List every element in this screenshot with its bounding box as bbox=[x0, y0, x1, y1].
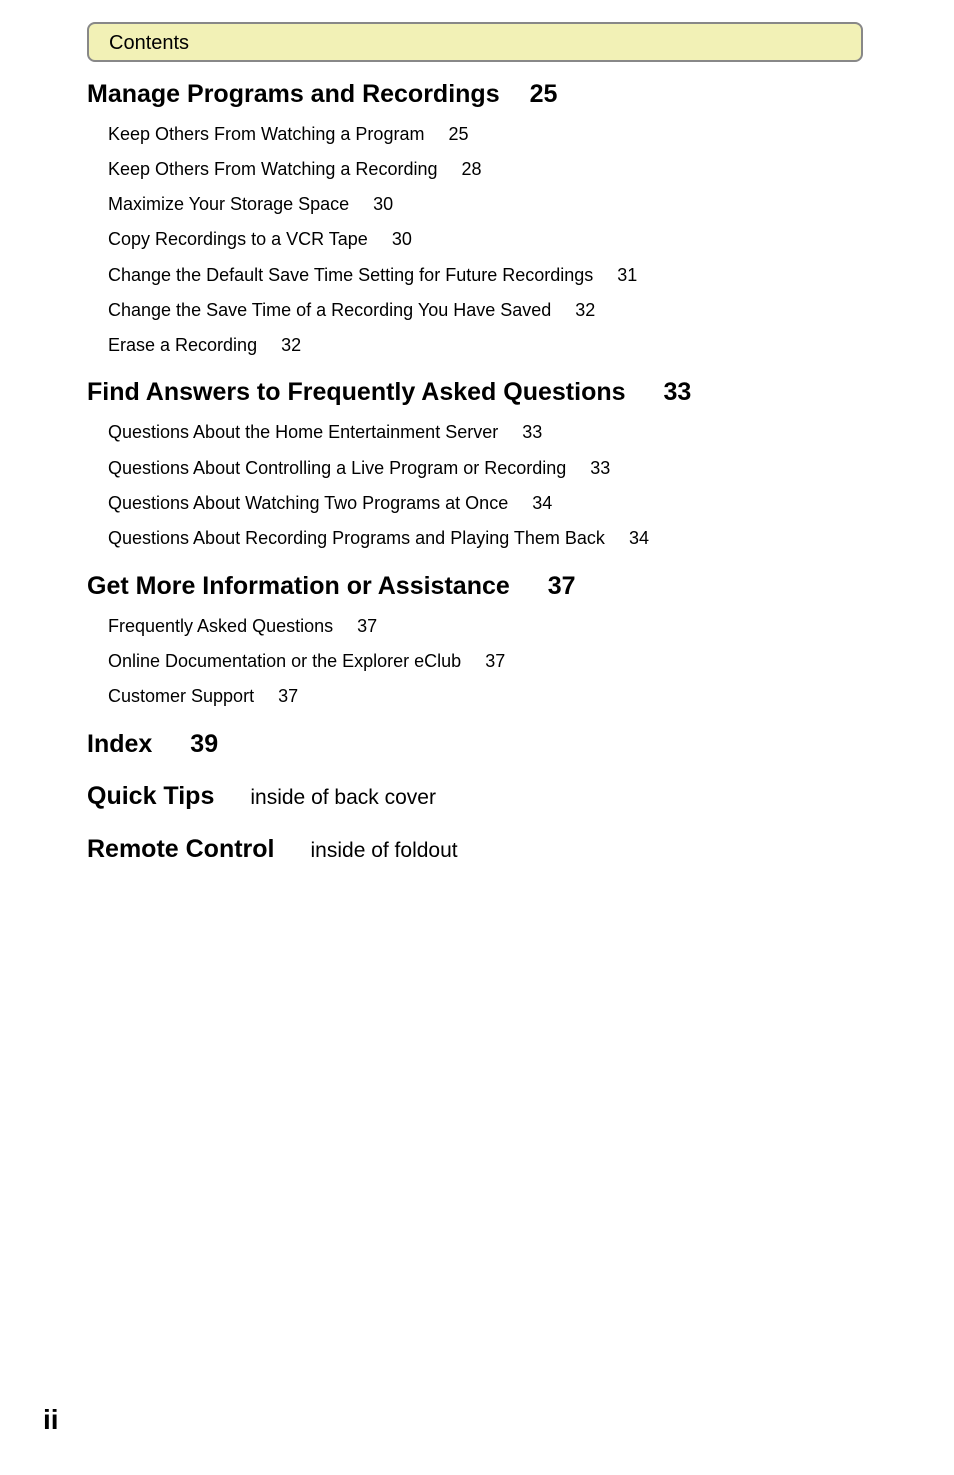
contents-header: Contents bbox=[87, 22, 863, 62]
item-page: 34 bbox=[532, 493, 553, 513]
item-label: Copy Recordings to a VCR Tape bbox=[108, 229, 368, 249]
section-title: Remote Control bbox=[87, 835, 275, 863]
section-page: 39 bbox=[190, 730, 219, 758]
toc-section-heading[interactable]: Get More Information or Assistance 37 bbox=[87, 572, 576, 601]
section-location: inside of foldout bbox=[310, 839, 458, 862]
item-label: Questions About the Home Entertainment S… bbox=[108, 422, 499, 442]
toc-item[interactable]: Change the Save Time of a Recording You … bbox=[87, 300, 595, 321]
item-page: 32 bbox=[575, 300, 596, 320]
item-label: Erase a Recording bbox=[108, 335, 258, 355]
toc-section-heading[interactable]: Manage Programs and Recordings 25 bbox=[87, 80, 557, 109]
page-number: ii bbox=[43, 1404, 59, 1435]
toc-remote-control[interactable]: Remote Control inside of foldout bbox=[87, 835, 458, 864]
item-page: 33 bbox=[522, 422, 543, 442]
toc-item[interactable]: Keep Others From Watching a Recording 28 bbox=[87, 159, 482, 180]
toc-item[interactable]: Change the Default Save Time Setting for… bbox=[87, 265, 637, 286]
item-label: Frequently Asked Questions bbox=[108, 616, 334, 636]
item-label: Customer Support bbox=[108, 686, 255, 706]
section-page: 37 bbox=[547, 572, 576, 600]
item-label: Change the Save Time of a Recording You … bbox=[108, 300, 552, 320]
toc-item[interactable]: Frequently Asked Questions 37 bbox=[87, 616, 377, 637]
toc-item[interactable]: Questions About the Home Entertainment S… bbox=[87, 422, 542, 443]
toc-item[interactable]: Customer Support 37 bbox=[87, 686, 298, 707]
toc-item[interactable]: Questions About Controlling a Live Progr… bbox=[87, 458, 610, 479]
item-page: 37 bbox=[357, 616, 378, 636]
toc-item[interactable]: Maximize Your Storage Space 30 bbox=[87, 194, 393, 215]
item-page: 25 bbox=[448, 124, 469, 144]
toc-item[interactable]: Online Documentation or the Explorer eCl… bbox=[87, 651, 505, 672]
section-title: Quick Tips bbox=[87, 782, 215, 810]
item-page: 33 bbox=[590, 458, 611, 478]
item-page: 32 bbox=[281, 335, 302, 355]
section-location: inside of back cover bbox=[250, 786, 436, 809]
section-title: Get More Information or Assistance bbox=[87, 572, 510, 600]
section-title: Find Answers to Frequently Asked Questio… bbox=[87, 378, 626, 406]
toc-item[interactable]: Copy Recordings to a VCR Tape 30 bbox=[87, 229, 412, 250]
item-page: 37 bbox=[485, 651, 506, 671]
item-label: Questions About Recording Programs and P… bbox=[108, 528, 605, 548]
item-label: Maximize Your Storage Space bbox=[108, 194, 350, 214]
toc-section-heading[interactable]: Find Answers to Frequently Asked Questio… bbox=[87, 378, 691, 407]
item-label: Keep Others From Watching a Recording bbox=[108, 159, 438, 179]
section-page: 33 bbox=[663, 378, 692, 406]
section-title: Manage Programs and Recordings bbox=[87, 80, 500, 108]
item-label: Keep Others From Watching a Program bbox=[108, 124, 425, 144]
section-page: 25 bbox=[529, 80, 558, 108]
item-label: Questions About Watching Two Programs at… bbox=[108, 493, 509, 513]
item-page: 37 bbox=[278, 686, 299, 706]
item-label: Change the Default Save Time Setting for… bbox=[108, 265, 594, 285]
toc-quick-tips[interactable]: Quick Tips inside of back cover bbox=[87, 782, 436, 811]
toc-item[interactable]: Keep Others From Watching a Program 25 bbox=[87, 124, 468, 145]
section-title: Index bbox=[87, 730, 153, 758]
toc-item[interactable]: Questions About Watching Two Programs at… bbox=[87, 493, 552, 514]
item-label: Questions About Controlling a Live Progr… bbox=[108, 458, 567, 478]
contents-title: Contents bbox=[109, 32, 190, 54]
toc-index[interactable]: Index 39 bbox=[87, 730, 218, 759]
item-page: 31 bbox=[617, 265, 638, 285]
toc-item[interactable]: Erase a Recording 32 bbox=[87, 335, 301, 356]
item-label: Online Documentation or the Explorer eCl… bbox=[108, 651, 462, 671]
toc-item[interactable]: Questions About Recording Programs and P… bbox=[87, 528, 649, 549]
item-page: 30 bbox=[391, 229, 412, 249]
item-page: 28 bbox=[461, 159, 482, 179]
item-page: 30 bbox=[373, 194, 394, 214]
item-page: 34 bbox=[628, 528, 649, 548]
